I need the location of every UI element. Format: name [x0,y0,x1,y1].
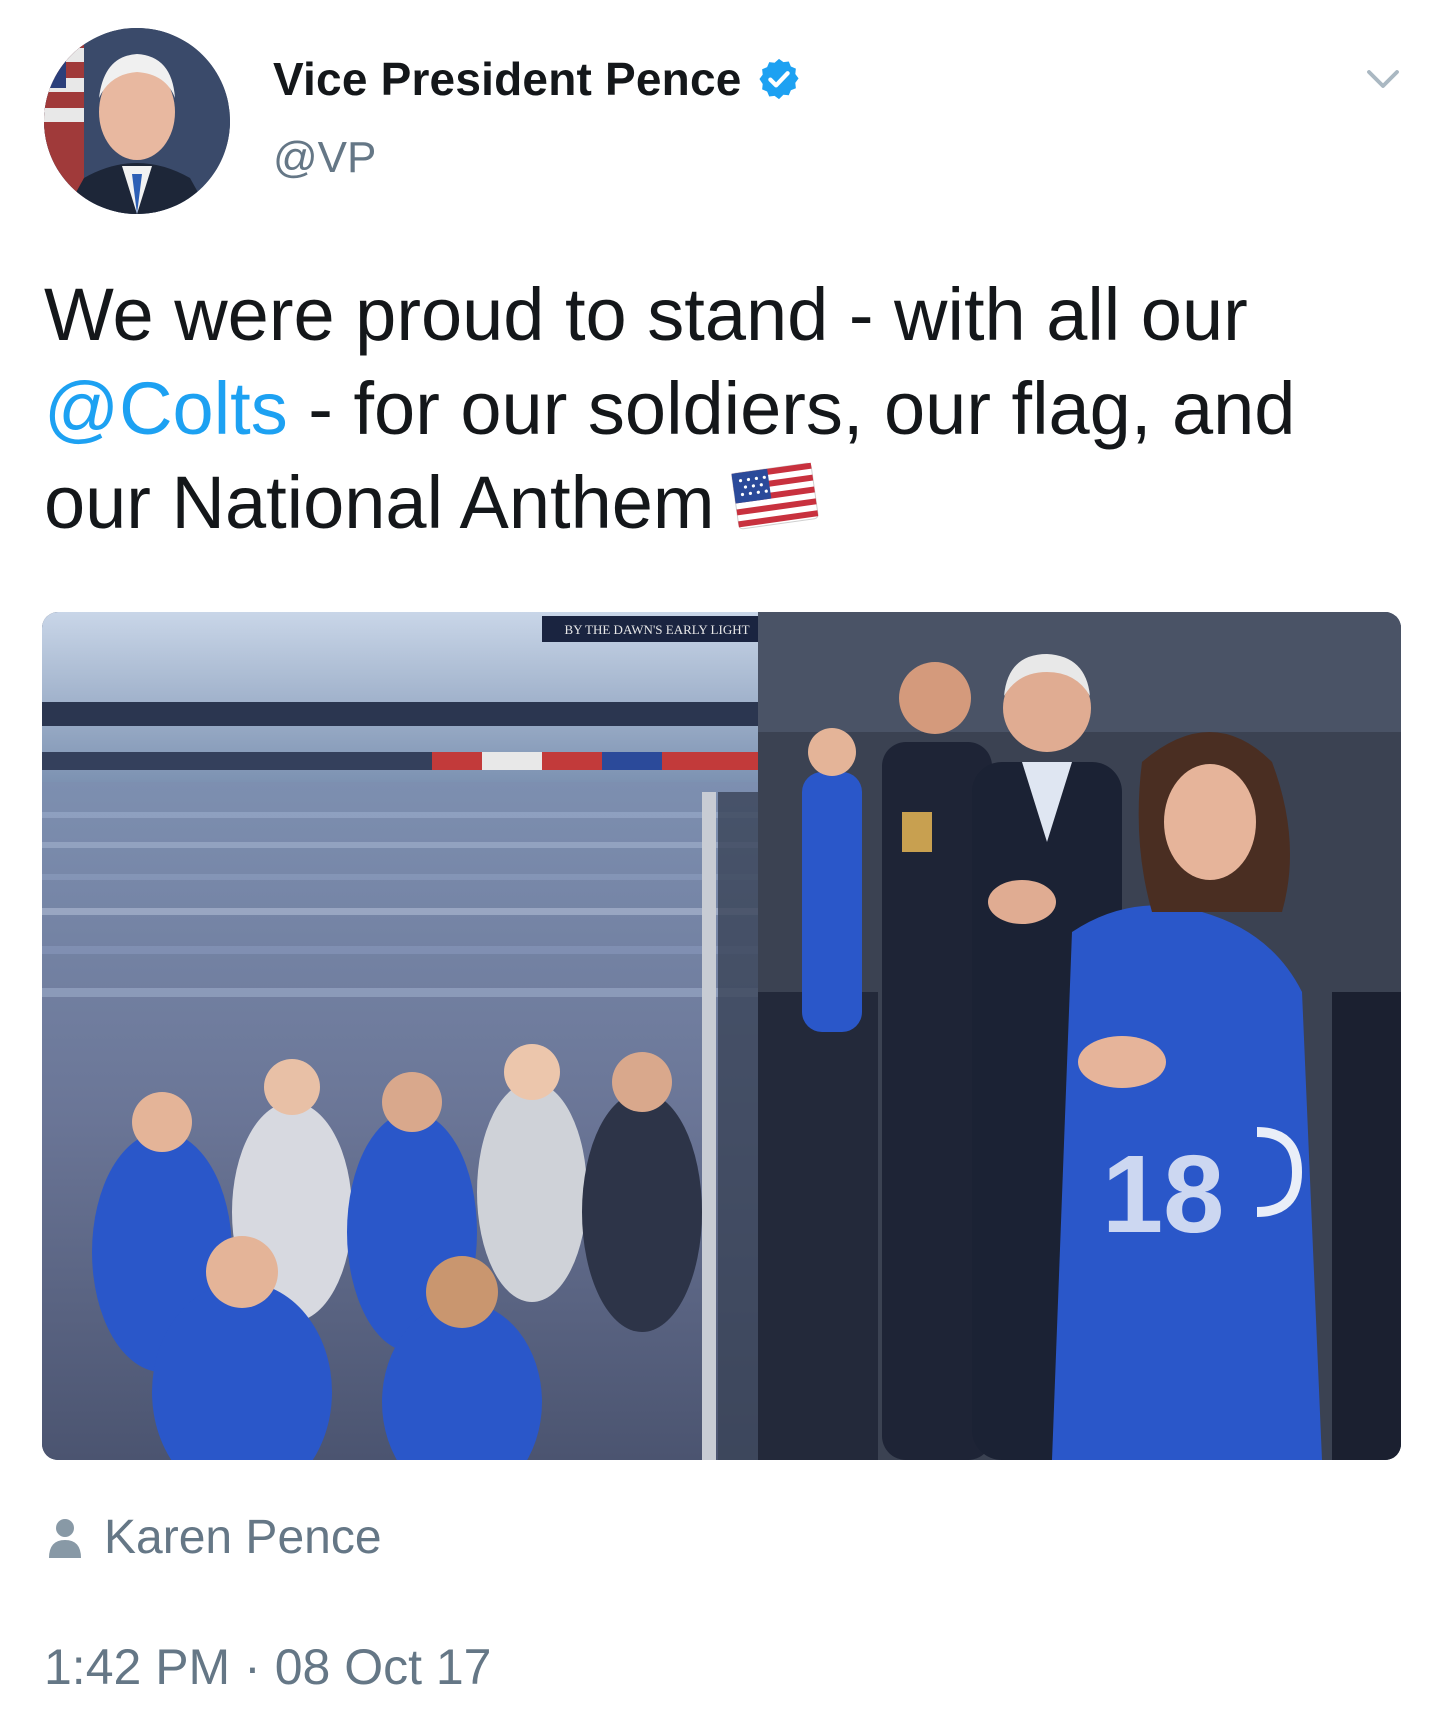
tweet-text-part-1: We were proud to stand - with all our [44,273,1248,356]
display-name[interactable]: Vice President Pence [273,52,802,106]
chevron-down-icon[interactable] [1362,58,1404,100]
tweet-photo[interactable]: BY THE DAWN'S EARLY LIGHT 18 [42,612,1401,1460]
banner-text: BY THE DAWN'S EARLY LIGHT [564,622,749,637]
us-flag-emoji-icon [731,462,819,530]
tweet-timestamp[interactable]: 1:42 PM · 08 Oct 17 [44,1638,491,1696]
timestamp-date: 08 Oct 17 [274,1639,492,1695]
timestamp-separator: · [244,1639,261,1695]
person-icon [49,1518,81,1558]
profile-photo [44,28,230,214]
tagged-user-name: Karen Pence [104,1511,382,1564]
svg-text:18: 18 [1102,1133,1224,1256]
tagged-user[interactable]: Karen Pence [48,1510,382,1565]
stadium-photo: BY THE DAWN'S EARLY LIGHT 18 [42,612,1401,1460]
tweet-text: We were proud to stand - with all our @C… [44,268,1414,550]
avatar[interactable] [44,28,230,214]
mention-link-colts[interactable]: @Colts [44,367,288,450]
display-name-text: Vice President Pence [273,53,742,105]
author-handle[interactable]: @VP [273,133,376,183]
verified-badge-icon [758,58,799,100]
timestamp-time: 1:42 PM [44,1639,231,1695]
